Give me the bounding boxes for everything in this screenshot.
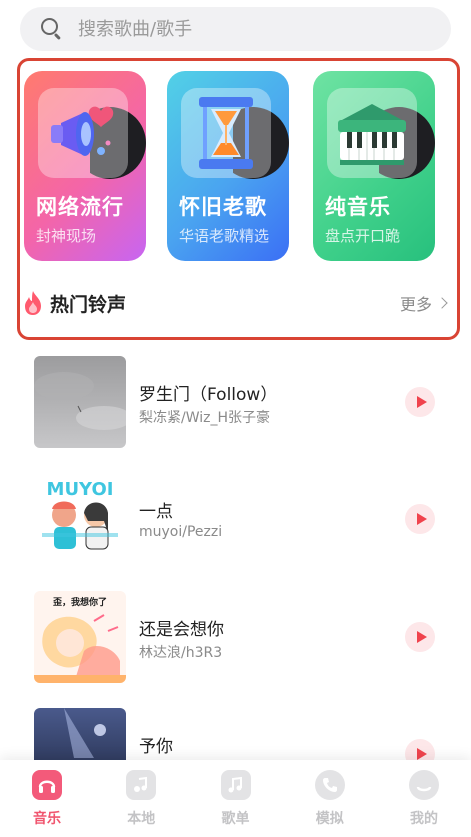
play-button[interactable]	[405, 622, 435, 652]
megaphone-icon	[38, 88, 128, 178]
profile-icon	[409, 770, 439, 800]
nav-tab-mine[interactable]: 我的	[389, 770, 459, 837]
phone-icon	[314, 770, 345, 800]
cover-caption-text: 歪，我想你了	[53, 596, 107, 608]
more-link[interactable]: 更多	[399, 291, 448, 315]
play-button[interactable]	[405, 504, 435, 534]
nav-tab-simulate[interactable]: 模拟	[295, 770, 365, 837]
music-note-icon	[126, 770, 157, 800]
nav-label: 模拟	[315, 811, 344, 827]
nav-tab-local[interactable]: 本地	[106, 770, 176, 837]
search-icon	[40, 17, 64, 41]
play-icon	[416, 631, 427, 643]
category-card-oldies[interactable]: 怀旧老歌 华语老歌精选	[167, 71, 289, 261]
play-icon	[416, 396, 427, 408]
section-title: 热门铃声	[50, 293, 127, 316]
album-cover: 歪，我想你了	[34, 591, 126, 683]
song-item[interactable]: 歪，我想你了 还是会想你 林达浪/h3R3	[34, 591, 444, 683]
category-title: 怀旧老歌	[179, 195, 267, 219]
cover-banner-text: MUYOI	[47, 479, 114, 500]
headphones-icon	[32, 770, 62, 800]
chevron-right-icon	[436, 297, 448, 309]
song-item[interactable]: MUYOI 一点 muyoi/Pezzi	[34, 473, 444, 565]
piano-icon	[327, 88, 417, 178]
flame-icon	[25, 291, 41, 315]
category-title: 纯音乐	[325, 195, 391, 219]
nav-label: 我的	[410, 811, 438, 827]
nav-tab-playlist[interactable]: 歌单	[201, 770, 271, 837]
play-button[interactable]	[405, 387, 435, 417]
category-subtitle: 封神现场	[36, 227, 97, 245]
bottom-nav: 音乐 本地 歌单 模拟 我的	[0, 760, 471, 837]
hot-ringtones-header: 热门铃声 更多	[22, 287, 448, 319]
category-subtitle: 盘点开口跪	[325, 227, 401, 245]
song-artist: 林达浪/h3R3	[139, 645, 223, 661]
album-cover	[34, 356, 126, 448]
play-icon	[416, 513, 427, 525]
song-artist: muyoi/Pezzi	[139, 524, 223, 540]
song-item[interactable]: 罗生门（Follow） 梨冻紧/Wiz_H张子豪	[34, 356, 444, 448]
category-card-pop[interactable]: 网络流行 封神现场	[24, 71, 146, 261]
nav-label: 本地	[127, 811, 156, 827]
song-title: 罗生门（Follow）	[139, 385, 278, 405]
play-icon	[416, 748, 427, 760]
song-title: 还是会想你	[139, 620, 224, 640]
more-label: 更多	[399, 295, 432, 314]
category-subtitle: 华语老歌精选	[179, 227, 270, 245]
nav-label: 歌单	[221, 811, 250, 827]
music-note-icon	[220, 770, 251, 800]
song-artist: 梨冻紧/Wiz_H张子豪	[139, 410, 271, 426]
song-title: 一点	[139, 502, 173, 522]
category-title: 网络流行	[36, 195, 124, 219]
search-bar[interactable]	[20, 7, 451, 51]
hourglass-icon	[181, 88, 271, 178]
album-cover: MUYOI	[34, 473, 126, 565]
song-title: 予你	[139, 737, 173, 757]
nav-label: 音乐	[33, 811, 61, 827]
category-card-instrumental[interactable]: 纯音乐 盘点开口跪	[313, 71, 435, 261]
search-input[interactable]	[78, 18, 398, 40]
nav-tab-music[interactable]: 音乐	[12, 770, 82, 837]
